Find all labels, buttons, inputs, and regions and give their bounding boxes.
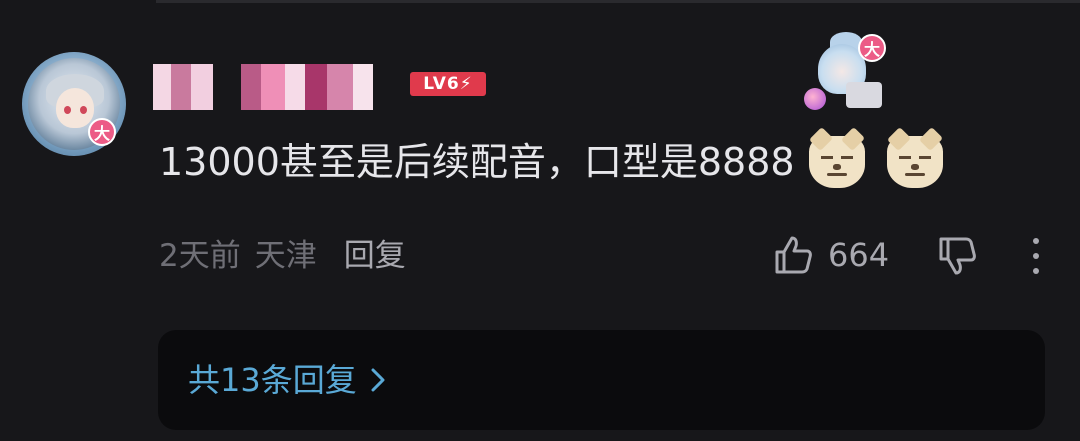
avatar-eye bbox=[80, 106, 87, 114]
more-options-icon[interactable] bbox=[1030, 238, 1042, 274]
level-badge-label: LV6 bbox=[423, 74, 460, 94]
dog-emote-icon bbox=[886, 126, 943, 188]
view-replies-link[interactable]: 共13条回复 bbox=[188, 358, 387, 402]
pendant-box bbox=[846, 82, 882, 108]
thumbs-up-icon bbox=[775, 236, 812, 274]
like-count: 664 bbox=[828, 236, 890, 274]
divider bbox=[156, 0, 1080, 3]
dislike-button[interactable] bbox=[936, 235, 978, 281]
chevron-right-icon bbox=[371, 368, 385, 392]
timestamp: 2天前 bbox=[159, 238, 241, 274]
reply-button[interactable]: 回复 bbox=[344, 234, 406, 278]
pendant-decoration[interactable]: 大 bbox=[800, 32, 892, 112]
comment-meta: 2天前 天津 回复 bbox=[159, 234, 406, 278]
comment-text-row: 13000甚至是后续配音，口型是8888 bbox=[159, 126, 943, 191]
comment-text: 13000甚至是后续配音，口型是8888 bbox=[159, 140, 795, 184]
location: 天津 bbox=[254, 238, 317, 274]
level-badge: LV6⚡ bbox=[410, 72, 486, 96]
avatar-eye bbox=[64, 106, 71, 114]
avatar-face bbox=[56, 88, 94, 128]
username-redacted[interactable] bbox=[153, 64, 373, 110]
pendant-ball bbox=[804, 88, 826, 110]
thumbs-down-icon bbox=[939, 237, 976, 275]
replies-count-label: 共13条回复 bbox=[188, 361, 357, 399]
user-badge: 大 bbox=[88, 118, 116, 146]
replies-panel[interactable]: 共13条回复 bbox=[158, 330, 1045, 430]
like-button[interactable]: 664 bbox=[772, 233, 889, 277]
dog-emote-icon bbox=[808, 126, 865, 188]
pendant-badge: 大 bbox=[858, 34, 886, 62]
